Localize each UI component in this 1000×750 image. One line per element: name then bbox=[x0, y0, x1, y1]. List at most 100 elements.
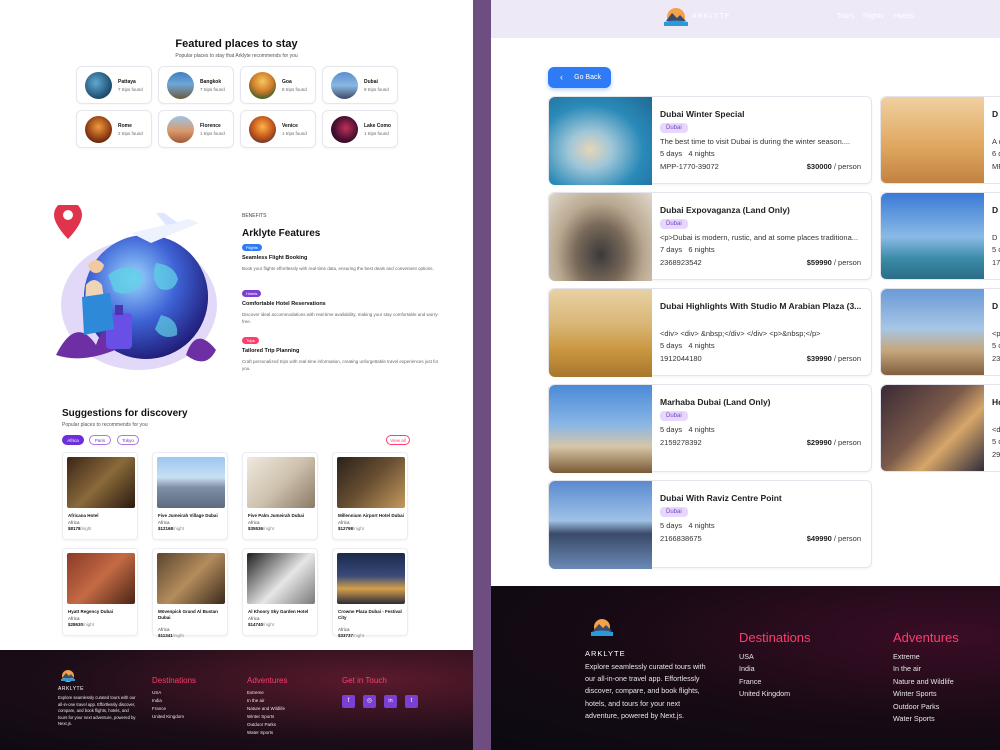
tour-price: $49990 / person bbox=[806, 534, 861, 543]
footer-link[interactable]: France bbox=[739, 677, 761, 686]
hotel-card[interactable]: Crowne Plaza Dubai - Festival City Afric… bbox=[332, 548, 408, 638]
tour-tag: Dubai bbox=[660, 123, 688, 133]
linkedin-icon[interactable]: in bbox=[384, 695, 397, 708]
tour-card-partial[interactable]: D <p 5 c 23 bbox=[880, 288, 1000, 376]
footer-link[interactable]: Water Sports bbox=[247, 730, 273, 735]
hotel-region: Africa bbox=[68, 616, 80, 621]
suggestions-subtitle: Popular places to recommends for you bbox=[62, 422, 148, 428]
footer-link[interactable]: In the air bbox=[247, 698, 265, 703]
tour-card[interactable]: Marhaba Dubai (Land Only) Dubai 5 days 4… bbox=[548, 384, 872, 473]
facebook-icon[interactable]: f bbox=[342, 695, 355, 708]
tour-card[interactable]: Dubai Highlights With Studio M Arabian P… bbox=[548, 288, 872, 377]
nav-flights[interactable]: Flights bbox=[863, 13, 884, 20]
footer-link[interactable]: Extreme bbox=[247, 690, 264, 695]
hotel-name: Five Jumeirah Village Dubai bbox=[158, 513, 218, 518]
footer-link[interactable]: United Kingdom bbox=[152, 714, 184, 719]
footer-link[interactable]: Outdoor Parks bbox=[247, 722, 276, 727]
tour-card-partial[interactable]: Ho <d 5 d 29 bbox=[880, 384, 1000, 472]
home-page-panel: Featured places to stay Popular places t… bbox=[0, 0, 473, 750]
footer-link[interactable]: United Kingdom bbox=[739, 689, 790, 698]
chip-tokyo[interactable]: Tokyo bbox=[117, 435, 139, 445]
goa-photo bbox=[249, 72, 276, 99]
tour-code: 2166838675 bbox=[660, 534, 702, 543]
travel-globe-illustration bbox=[54, 205, 217, 370]
hotel-card[interactable]: Hyatt Regency Dubai Africa $28630/night bbox=[62, 548, 138, 636]
hotel-card[interactable]: Al Khoory Sky Garden Hotel Africa $14740… bbox=[242, 548, 318, 636]
chip-paris[interactable]: Paris bbox=[89, 435, 111, 445]
place-card-florence[interactable]: Florence 1 trips found bbox=[158, 110, 234, 148]
chip-africa[interactable]: Africa bbox=[62, 435, 84, 445]
footer-destinations-heading: Destinations bbox=[152, 676, 197, 685]
footer-brand: ARKLYTE bbox=[585, 649, 626, 658]
place-card-venice[interactable]: Venice 1 trips found bbox=[240, 110, 316, 148]
hotel-photo bbox=[157, 457, 225, 508]
tour-photo bbox=[549, 97, 652, 185]
navbar-brand[interactable]: ARKLYTE bbox=[692, 13, 730, 20]
footer-link[interactable]: USA bbox=[739, 652, 754, 661]
arklyte-logo-icon bbox=[591, 619, 613, 636]
place-card-lake-como[interactable]: Lake Como 1 trips found bbox=[322, 110, 398, 148]
footer-link[interactable]: USA bbox=[152, 690, 161, 695]
hotel-region: Africa bbox=[248, 520, 260, 525]
hotel-photo bbox=[247, 553, 315, 604]
footer-link[interactable]: India bbox=[739, 664, 755, 673]
tour-tag: Dubai bbox=[660, 507, 688, 517]
top-navbar: ARKLYTE Tours Flights Hotels bbox=[491, 0, 1000, 38]
tour-card-partial[interactable]: D A c 6 d MF bbox=[880, 96, 1000, 184]
footer-link[interactable]: Extreme bbox=[893, 652, 920, 661]
place-card-rome[interactable]: Rome 2 trips found bbox=[76, 110, 152, 148]
tour-line: 172 bbox=[992, 258, 1000, 267]
hotel-card[interactable]: Five Jumeirah Village Dubai Africa $1216… bbox=[152, 452, 228, 540]
footer-link[interactable]: In the air bbox=[893, 664, 921, 673]
footer-link[interactable]: India bbox=[152, 698, 162, 703]
view-all-button[interactable]: View all bbox=[386, 435, 410, 445]
hotel-region: Africa bbox=[158, 627, 170, 632]
footer-link[interactable]: Nature and Wildlife bbox=[893, 677, 954, 686]
tour-title: Dubai Expovaganza (Land Only) bbox=[660, 205, 790, 215]
hotel-card[interactable]: Millennium Airport Hotel Dubai Africa $1… bbox=[332, 452, 408, 540]
tour-card[interactable]: Dubai Expovaganza (Land Only) Dubai <p>D… bbox=[548, 192, 872, 281]
tour-duration: 5 days 4 nights bbox=[660, 149, 715, 158]
tour-card[interactable]: Dubai Winter Special Dubai The best time… bbox=[548, 96, 872, 185]
place-card-dubai[interactable]: Dubai 9 trips found bbox=[322, 66, 398, 104]
nav-tours[interactable]: Tours bbox=[837, 13, 854, 20]
tour-price: $30000 / person bbox=[806, 162, 861, 171]
nav-hotels[interactable]: Hotels bbox=[894, 13, 914, 20]
footer-link[interactable]: France bbox=[152, 706, 166, 711]
footer-link[interactable]: Water Sports bbox=[893, 714, 935, 723]
tour-price: $39990 / person bbox=[806, 354, 861, 363]
place-card-bangkok[interactable]: Bangkok 7 trips found bbox=[158, 66, 234, 104]
footer-link[interactable]: Nature and Wildlife bbox=[247, 706, 285, 711]
arklyte-logo-icon[interactable] bbox=[663, 7, 689, 29]
place-trips: 1 trips found bbox=[200, 131, 225, 136]
tour-card[interactable]: Dubai With Raviz Centre Point Dubai 5 da… bbox=[548, 480, 872, 569]
feature-text: Book your flights effortlessly with real… bbox=[242, 266, 434, 271]
hotel-card[interactable]: Five Palm Jumeirah Dubai Africa $35536/n… bbox=[242, 452, 318, 540]
tour-photo bbox=[881, 97, 984, 183]
tours-page-panel: ARKLYTE Tours Flights Hotels ‹ Go Back D… bbox=[491, 0, 1000, 750]
twitter-icon[interactable]: t bbox=[405, 695, 418, 708]
tour-card-partial[interactable]: D D 5 c 172 bbox=[880, 192, 1000, 280]
florence-photo bbox=[167, 116, 194, 143]
tour-photo bbox=[549, 193, 652, 281]
tour-description: <div> <div> &nbsp;</div> </div> <p>&nbsp… bbox=[660, 329, 821, 338]
hotel-photo bbox=[157, 553, 225, 604]
footer-link[interactable]: Winter Sports bbox=[247, 714, 274, 719]
lake-como-photo bbox=[331, 116, 358, 143]
hotel-card[interactable]: Mövenpick Grand Al Bustan Dubai Africa $… bbox=[152, 548, 228, 638]
footer-link[interactable]: Winter Sports bbox=[893, 689, 937, 698]
place-card-goa[interactable]: Goa 8 trips found bbox=[240, 66, 316, 104]
tour-line: 5 c bbox=[992, 341, 1000, 350]
go-back-button[interactable]: ‹ Go Back bbox=[548, 67, 611, 88]
place-trips: 9 trips found bbox=[364, 87, 389, 92]
instagram-icon[interactable]: ◎ bbox=[363, 695, 376, 708]
tour-code: 2368923542 bbox=[660, 258, 702, 267]
footer-link[interactable]: Outdoor Parks bbox=[893, 702, 939, 711]
tour-line: 5 d bbox=[992, 437, 1000, 446]
tour-photo bbox=[549, 481, 652, 569]
footer-description: Explore seamlessly curated tours with ou… bbox=[58, 695, 136, 726]
featured-title: Featured places to stay bbox=[175, 38, 298, 50]
place-card-pattaya[interactable]: Pattaya 7 trips found bbox=[76, 66, 152, 104]
hotel-card[interactable]: Africana Hotel Africa $8178/night bbox=[62, 452, 138, 540]
place-trips: 1 trips found bbox=[364, 131, 389, 136]
